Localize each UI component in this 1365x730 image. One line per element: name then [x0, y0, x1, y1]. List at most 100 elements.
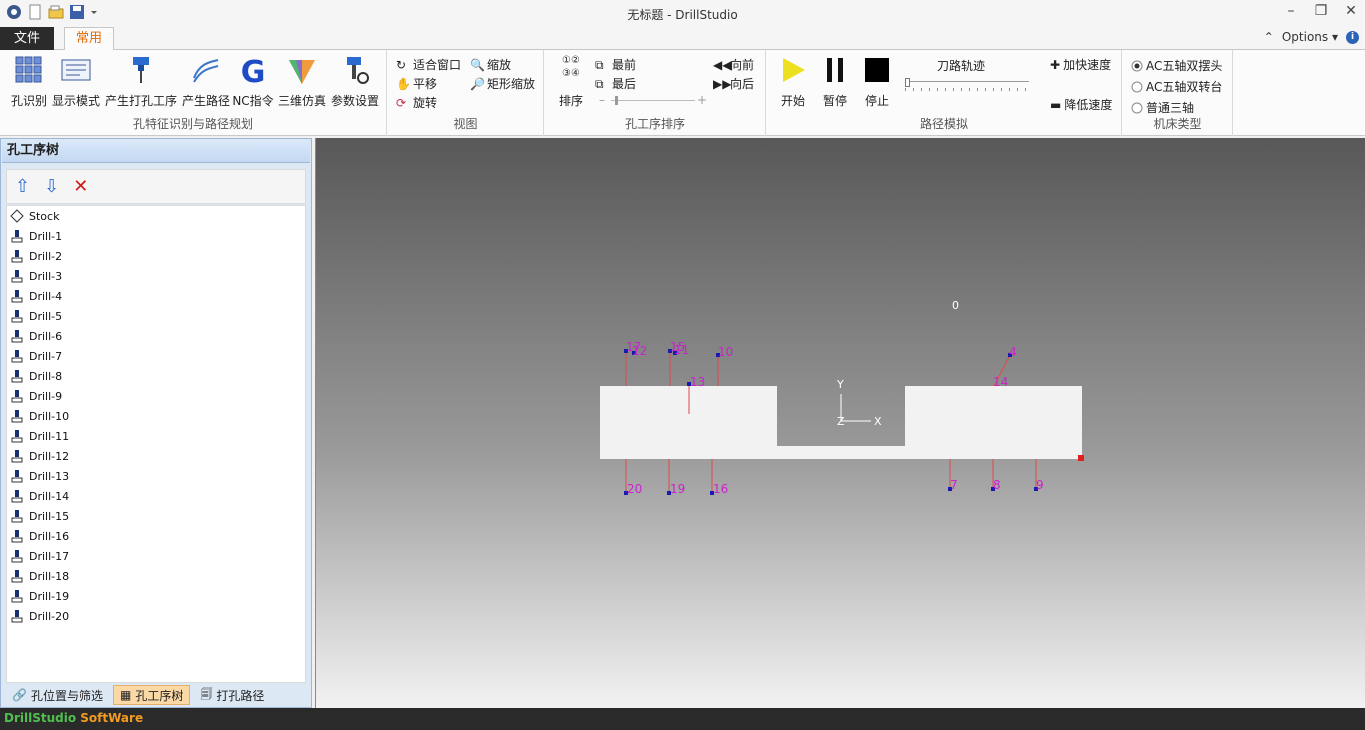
nc-command-label: NC指令: [232, 94, 274, 108]
tree-item-drill[interactable]: Drill-2: [7, 246, 305, 266]
tree-item-label: Drill-7: [29, 349, 63, 363]
close-icon[interactable]: ✕: [1343, 3, 1359, 19]
tree-item-drill[interactable]: Drill-13: [7, 466, 305, 486]
move-up-icon[interactable]: ⇧: [15, 176, 30, 197]
sim-3d-button[interactable]: 三维仿真: [276, 54, 328, 109]
settings-tool-icon: [347, 57, 369, 84]
move-down-icon[interactable]: ⇩: [44, 176, 59, 197]
track-slider[interactable]: [905, 78, 1031, 92]
tree-item-drill[interactable]: Drill-20: [7, 606, 305, 626]
restore-icon[interactable]: ❐: [1313, 3, 1329, 19]
order-slider-thumb[interactable]: [615, 96, 618, 105]
hole-label: 11: [674, 343, 689, 357]
group-order: ①② ③④ 排序 ⧉ 最前 ⧉ 最后 ◀◀ 向前 ▶▶ 向后 – + 孔工序排序: [545, 50, 766, 136]
scene-svg: Y X Z 0 17 12 15 11 10 13 14 4 20 19 16 …: [600, 299, 1084, 496]
drill-icon: [10, 609, 24, 623]
tree-item-drill[interactable]: Drill-10: [7, 406, 305, 426]
tree-item-drill[interactable]: Drill-19: [7, 586, 305, 606]
tab-hole-position[interactable]: 🔗 孔位置与筛选: [6, 685, 109, 705]
tree-item-drill[interactable]: Drill-14: [7, 486, 305, 506]
tree-item-drill[interactable]: Drill-16: [7, 526, 305, 546]
viewport-3d[interactable]: Y X Z 0 17 12 15 11 10 13 14 4 20 19 16 …: [315, 138, 1365, 708]
move-first-label: 最前: [612, 58, 637, 72]
tree-item-drill[interactable]: Drill-17: [7, 546, 305, 566]
move-first-button[interactable]: ⧉ 最前: [595, 56, 636, 73]
move-backward-button[interactable]: ▶▶ 向后: [713, 75, 754, 92]
tree-item-label: Drill-5: [29, 309, 63, 323]
tree-item-drill[interactable]: Drill-7: [7, 346, 305, 366]
slow-down-button[interactable]: ▬ 降低速度: [1050, 96, 1112, 113]
tree-item-drill[interactable]: Drill-6: [7, 326, 305, 346]
speed-up-button[interactable]: ✚ 加快速度: [1050, 56, 1111, 73]
tree-item-drill[interactable]: Drill-9: [7, 386, 305, 406]
tab-drill-path[interactable]: 🗐 打孔路径: [194, 685, 270, 705]
panel-toolbar: ⇧ ⇩ ✕: [6, 169, 306, 204]
fit-window-button[interactable]: ↻ 适合窗口: [396, 56, 461, 73]
drill-op-icon: [133, 57, 149, 83]
tree-item-label: Drill-4: [29, 289, 63, 303]
params-settings-button[interactable]: 参数设置: [328, 54, 382, 109]
sort-button[interactable]: ①② ③④ 排序: [555, 54, 587, 109]
move-backward-label: 向后: [730, 77, 755, 91]
g-code-icon: G: [241, 55, 266, 86]
collapse-ribbon-icon[interactable]: ⌃: [1264, 30, 1274, 44]
hole-label: 4: [1009, 345, 1017, 359]
radio-ac-dual-head[interactable]: AC五轴双摆头: [1131, 57, 1222, 74]
tree-item-label: Drill-2: [29, 249, 63, 263]
hole-recognition-button[interactable]: 孔识别: [8, 54, 50, 109]
tree-item-drill[interactable]: Drill-12: [7, 446, 305, 466]
rewind-icon: ◀◀: [713, 57, 732, 72]
tree-item-stock[interactable]: Stock: [7, 206, 305, 226]
rotate-button[interactable]: ⟳ 旋转: [396, 94, 437, 111]
tree-item-drill[interactable]: Drill-4: [7, 286, 305, 306]
move-forward-button[interactable]: ◀◀ 向前: [713, 56, 754, 73]
rect-zoom-button[interactable]: 🔎 矩形缩放: [470, 75, 535, 92]
tree-item-drill[interactable]: Drill-1: [7, 226, 305, 246]
tab-hole-position-label: 孔位置与筛选: [30, 688, 103, 703]
tree-item-drill[interactable]: Drill-8: [7, 366, 305, 386]
drill-icon: [10, 469, 24, 483]
generate-path-button[interactable]: 产生路径: [180, 54, 232, 109]
info-icon[interactable]: i: [1346, 30, 1359, 44]
radio-three-axis[interactable]: 普通三轴: [1131, 99, 1194, 116]
drill-icon: [10, 289, 24, 303]
tree-item-drill[interactable]: Drill-15: [7, 506, 305, 526]
drill-icon: [10, 509, 24, 523]
nc-command-button[interactable]: G NC指令: [232, 54, 274, 109]
tree-item-drill[interactable]: Drill-5: [7, 306, 305, 326]
tab-home[interactable]: 常用: [64, 27, 114, 51]
stop-button[interactable]: 停止: [859, 54, 895, 109]
generate-drill-ops-button[interactable]: 产生打孔工序: [104, 54, 178, 109]
move-last-icon: ⧉: [595, 76, 604, 91]
tree-item-label: Drill-19: [29, 589, 70, 603]
radio-icon: [1131, 81, 1143, 92]
zoom-button[interactable]: 🔍 缩放: [470, 56, 511, 73]
pan-button[interactable]: ✋ 平移: [396, 75, 437, 92]
minimize-icon[interactable]: –: [1283, 3, 1299, 19]
filter-icon: 🔗: [12, 688, 27, 702]
tab-hole-tree[interactable]: ▦ 孔工序树: [112, 685, 191, 705]
window-title: 无标题 - DrillStudio: [627, 8, 738, 22]
drill-icon: [10, 529, 24, 543]
move-last-button[interactable]: ⧉ 最后: [595, 75, 636, 92]
tree-item-label: Drill-11: [29, 429, 70, 443]
display-mode-icon: [61, 59, 91, 81]
hole-label: 12: [632, 344, 647, 358]
radio-ac-dual-table[interactable]: AC五轴双转台: [1131, 78, 1222, 95]
options-menu[interactable]: Options ▾: [1282, 30, 1338, 44]
panel-tabs: 🔗 孔位置与筛选 ▦ 孔工序树 🗐 打孔路径: [6, 685, 306, 707]
delete-icon[interactable]: ✕: [73, 176, 88, 197]
tree-item-label: Drill-16: [29, 529, 70, 543]
hole-label: 19: [670, 482, 685, 496]
order-slider[interactable]: – +: [599, 93, 707, 107]
tab-file[interactable]: 文件: [0, 27, 54, 50]
drill-icon: [10, 349, 24, 363]
tree-item-drill[interactable]: Drill-3: [7, 266, 305, 286]
display-mode-button[interactable]: 显示模式: [50, 54, 102, 109]
tree-item-drill[interactable]: Drill-18: [7, 566, 305, 586]
track-slider-thumb[interactable]: [905, 78, 910, 87]
start-button[interactable]: 开始: [775, 54, 811, 109]
tree-item-drill[interactable]: Drill-11: [7, 426, 305, 446]
drill-icon: [10, 369, 24, 383]
pause-button[interactable]: 暂停: [817, 54, 853, 109]
